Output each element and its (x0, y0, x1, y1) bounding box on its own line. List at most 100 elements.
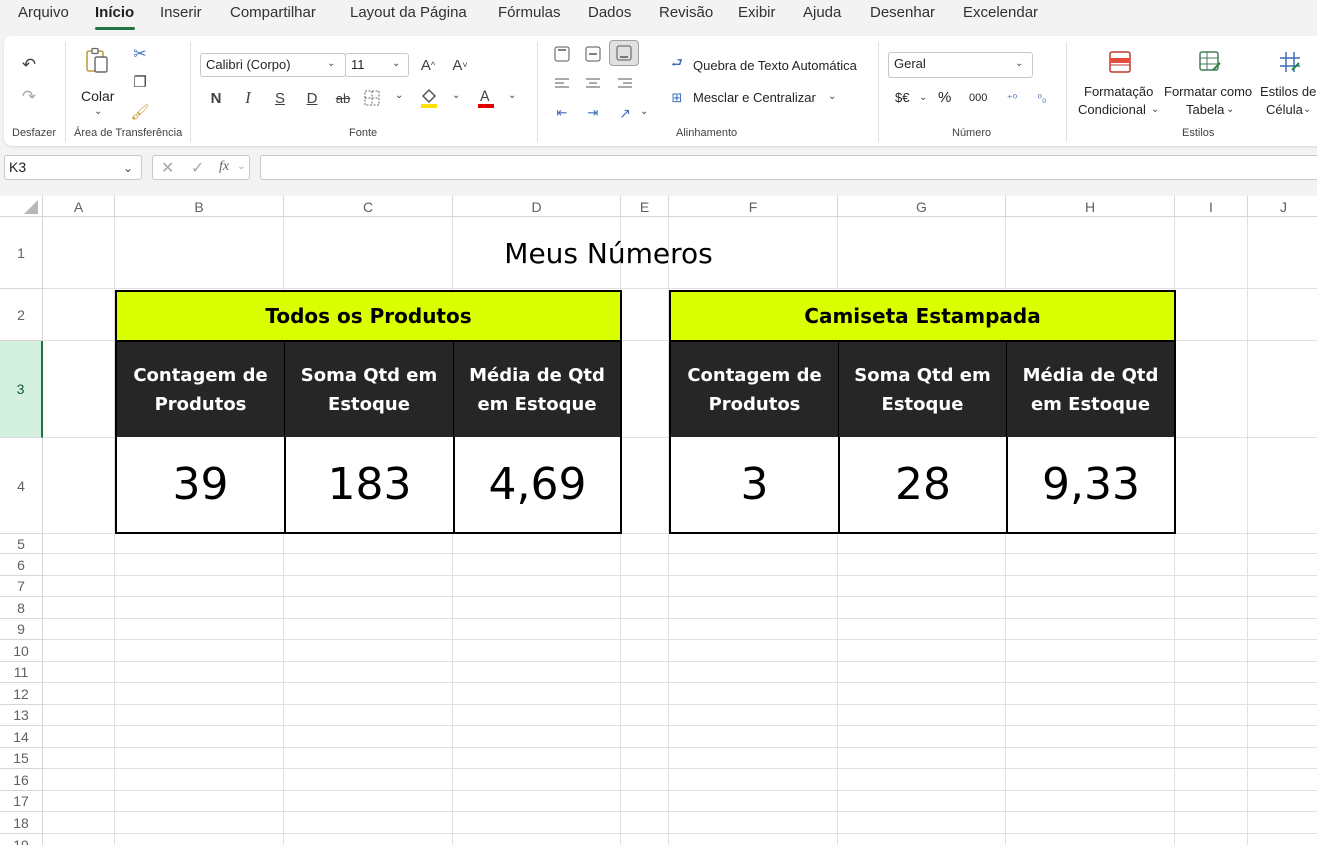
sheet-title[interactable]: Meus Números (43, 218, 1174, 289)
column-header-2[interactable]: B (115, 196, 284, 217)
font-name-dropdown[interactable]: Calibri (Corpo) ⌄ (200, 53, 346, 77)
grow-font-icon[interactable]: A ^ (418, 55, 438, 75)
chevron-down-icon[interactable]: ⌄ (1151, 104, 1159, 115)
borders-icon[interactable] (362, 88, 382, 108)
menu-compartilhar[interactable]: Compartilhar (230, 4, 316, 21)
column-header-4[interactable]: D (453, 196, 621, 217)
orientation-chevron-icon[interactable]: ⌄ (640, 106, 648, 117)
strikethrough-button[interactable]: S (270, 88, 290, 108)
row-header-6[interactable]: 6 (0, 554, 43, 576)
paste-chevron-icon[interactable]: ⌄ (94, 106, 102, 117)
row-header-17[interactable]: 17 (0, 791, 43, 812)
conditional-format-button[interactable]: Formatação (1084, 84, 1153, 99)
column-header-6[interactable]: F (669, 196, 838, 217)
chevron-down-icon[interactable]: ⌄ (1226, 104, 1234, 115)
menu-inicio[interactable]: Início (95, 4, 134, 21)
italic-button[interactable]: I (238, 88, 258, 108)
table1-header-sum[interactable]: Soma Qtd em Estoque (284, 342, 454, 438)
fill-color-icon[interactable] (418, 86, 440, 110)
table2-value-count[interactable]: 3 (669, 437, 840, 534)
cell-styles-icon[interactable] (1278, 50, 1302, 74)
decrease-indent-icon[interactable]: ⇤ (552, 103, 572, 123)
table2-header-avg[interactable]: Média de Qtd em Estoque (1006, 342, 1176, 438)
menu-layout-pagina[interactable]: Layout da Página (350, 4, 467, 21)
row-header-4[interactable]: 4 (0, 438, 43, 534)
currency-chevron-icon[interactable]: ⌄ (919, 92, 927, 103)
format-painter-icon[interactable]: 🖌 (130, 102, 150, 122)
row-header-14[interactable]: 14 (0, 726, 43, 748)
column-header-3[interactable]: C (284, 196, 453, 217)
increase-indent-icon[interactable]: ⇥ (583, 103, 603, 123)
table1-band[interactable]: Todos os Produtos (115, 290, 622, 342)
row-header-3[interactable]: 3 (0, 341, 43, 438)
menu-ajuda[interactable]: Ajuda (803, 4, 841, 21)
font-color-chevron-icon[interactable]: ⌄ (508, 90, 516, 101)
table2-value-sum[interactable]: 28 (838, 437, 1008, 534)
bold-button[interactable]: N (206, 88, 226, 108)
row-header-15[interactable]: 15 (0, 748, 43, 769)
menu-exibir[interactable]: Exibir (738, 4, 776, 21)
chevron-down-icon[interactable]: ⌄ (1303, 104, 1311, 115)
row-header-9[interactable]: 9 (0, 619, 43, 640)
table1-value-sum[interactable]: 183 (284, 437, 455, 534)
table1-value-count[interactable]: 39 (115, 437, 286, 534)
column-header-1[interactable]: A (43, 196, 115, 217)
menu-dados[interactable]: Dados (588, 4, 631, 21)
table2-header-count[interactable]: Contagem de Produtos (669, 342, 839, 438)
row-header-1[interactable]: 1 (0, 217, 43, 289)
cell-styles-button[interactable]: Estilos de (1260, 84, 1316, 99)
table1-header-avg[interactable]: Média de Qtd em Estoque (453, 342, 622, 438)
paste-icon[interactable] (84, 47, 110, 75)
redo-icon[interactable]: ↷ (18, 86, 40, 108)
row-header-13[interactable]: 13 (0, 705, 43, 726)
menu-arquivo[interactable]: Arquivo (18, 4, 69, 21)
merge-center-button[interactable]: Mesclar e Centralizar (693, 90, 816, 105)
menu-desenhar[interactable]: Desenhar (870, 4, 935, 21)
fill-color-chevron-icon[interactable]: ⌄ (452, 90, 460, 101)
align-left-icon[interactable] (552, 73, 572, 93)
align-bottom-icon[interactable] (609, 40, 639, 66)
align-right-icon[interactable] (615, 73, 635, 93)
paste-button[interactable]: Colar (81, 88, 114, 104)
conditional-format-icon[interactable] (1108, 50, 1132, 74)
align-middle-icon[interactable] (583, 44, 603, 64)
column-header-10[interactable]: J (1248, 196, 1317, 217)
table2-header-sum[interactable]: Soma Qtd em Estoque (838, 342, 1007, 438)
menu-revisao[interactable]: Revisão (659, 4, 713, 21)
table1-header-count[interactable]: Contagem de Produtos (115, 342, 285, 438)
shrink-font-icon[interactable]: A ˅ (450, 55, 470, 75)
menu-excelendar[interactable]: Excelendar (963, 4, 1038, 21)
row-header-16[interactable]: 16 (0, 769, 43, 791)
column-header-8[interactable]: H (1006, 196, 1175, 217)
column-header-7[interactable]: G (838, 196, 1006, 217)
formula-input[interactable] (260, 155, 1317, 180)
align-center-icon[interactable] (583, 73, 603, 93)
menu-inserir[interactable]: Inserir (160, 4, 202, 21)
increase-decimal-icon[interactable]: ⁺⁰ (1002, 88, 1022, 108)
undo-icon[interactable]: ↶ (18, 54, 40, 76)
format-as-table-icon[interactable] (1198, 50, 1222, 74)
enter-icon[interactable]: ✓ (191, 158, 204, 178)
currency-button[interactable]: $€ (895, 90, 909, 105)
format-as-table-button[interactable]: Formatar como (1164, 84, 1252, 99)
column-header-5[interactable]: E (621, 196, 669, 217)
row-header-5[interactable]: 5 (0, 534, 43, 554)
menu-formulas[interactable]: Fórmulas (498, 4, 561, 21)
name-box[interactable]: K3 ⌄ (4, 155, 142, 180)
row-header-2[interactable]: 2 (0, 289, 43, 341)
percent-button[interactable]: % (938, 89, 951, 106)
row-header-11[interactable]: 11 (0, 662, 43, 683)
row-header-10[interactable]: 10 (0, 640, 43, 662)
font-color-icon[interactable]: A (475, 86, 497, 110)
cancel-icon[interactable]: ✕ (161, 158, 174, 178)
table2-value-avg[interactable]: 9,33 (1006, 437, 1176, 534)
table1-value-avg[interactable]: 4,69 (453, 437, 622, 534)
number-format-dropdown[interactable]: Geral ⌄ (888, 52, 1033, 78)
wrap-text-icon[interactable]: ⮐ (668, 55, 686, 74)
cut-icon[interactable]: ✂ (130, 44, 150, 64)
row-header-18[interactable]: 18 (0, 812, 43, 834)
merge-center-icon[interactable]: ⊞ (668, 89, 686, 107)
column-header-9[interactable]: I (1175, 196, 1248, 217)
table2-band[interactable]: Camiseta Estampada (669, 290, 1176, 342)
row-header-8[interactable]: 8 (0, 597, 43, 619)
